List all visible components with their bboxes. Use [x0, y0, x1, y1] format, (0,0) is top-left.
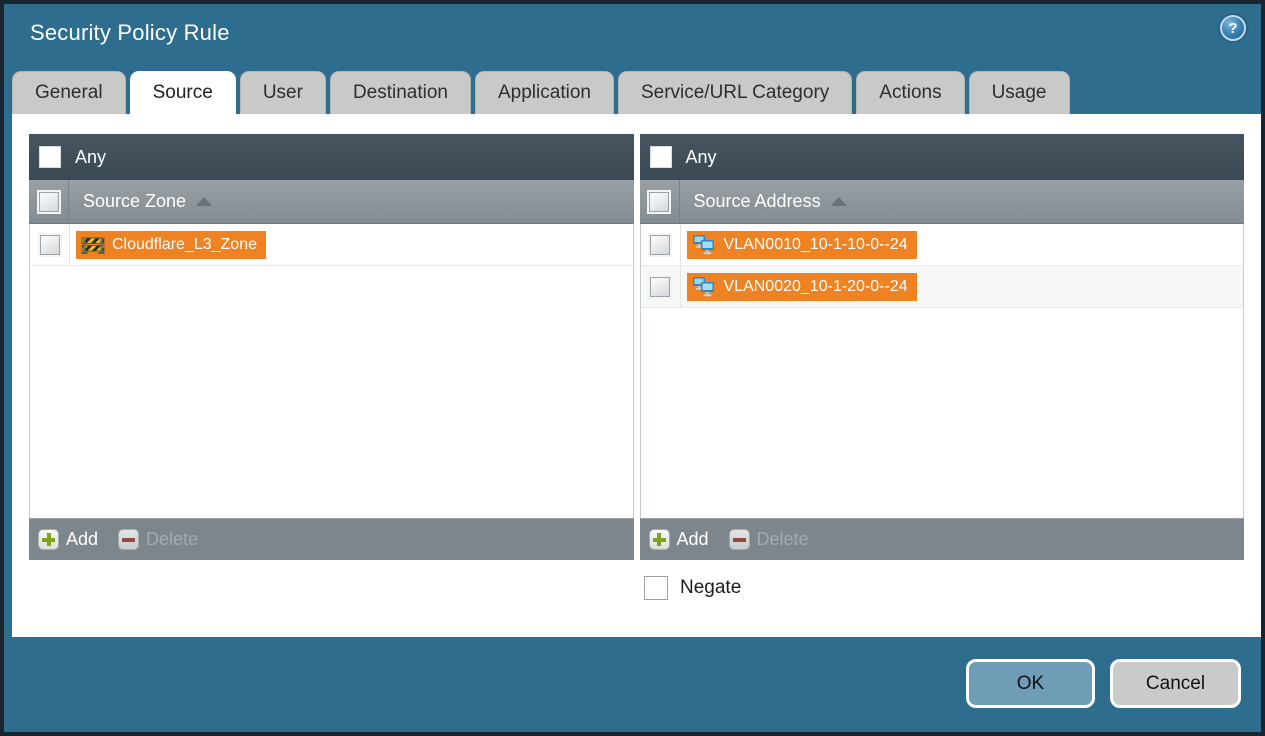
help-icon[interactable]: ? — [1220, 15, 1246, 41]
source-address-row[interactable]: VLAN0020_10-1-20-0--24 — [640, 266, 1243, 308]
negate-checkbox[interactable] — [644, 576, 668, 600]
source-zone-any-label: Any — [75, 146, 107, 167]
source-zone-select-all-cell — [29, 180, 69, 223]
source-address-tag[interactable]: VLAN0010_10-1-10-0--24 — [686, 230, 917, 259]
zone-icon — [81, 237, 105, 254]
source-address-column-header[interactable]: Source Address — [639, 180, 1244, 224]
source-zone-any-bar: Any — [29, 134, 634, 180]
source-address-panel: Any Source Address VLAN0010_10-1-10-0--2… — [639, 134, 1244, 560]
source-tab-content: Any Source Zone Cloudflare_L3_Zone Add D… — [12, 114, 1261, 637]
minus-icon — [728, 529, 750, 550]
source-address-row-checkbox[interactable] — [650, 276, 670, 297]
source-zone-add-label: Add — [66, 529, 99, 549]
source-zone-row-label: Cloudflare_L3_Zone — [112, 235, 257, 253]
tab-user[interactable]: User — [239, 71, 326, 114]
source-zone-list: Cloudflare_L3_Zone — [29, 224, 634, 518]
dialog-button-row: OK Cancel — [966, 659, 1241, 708]
source-zone-select-all-checkbox[interactable] — [38, 191, 59, 212]
dialog-title: Security Policy Rule — [30, 20, 230, 45]
security-policy-rule-dialog: Security Policy Rule ? General Source Us… — [0, 0, 1265, 736]
source-zone-delete-button[interactable]: Delete — [118, 529, 198, 550]
source-address-row-label: VLAN0010_10-1-10-0--24 — [723, 235, 908, 253]
source-zone-footer: Add Delete — [29, 518, 634, 560]
source-address-any-label: Any — [685, 146, 717, 167]
title-bar: Security Policy Rule ? — [4, 4, 1261, 64]
source-zone-panel: Any Source Zone Cloudflare_L3_Zone Add D… — [29, 134, 634, 560]
sort-ascending-icon — [830, 197, 847, 206]
source-zone-delete-label: Delete — [146, 529, 199, 549]
tab-source[interactable]: Source — [129, 71, 236, 114]
tab-actions[interactable]: Actions — [856, 71, 965, 114]
tab-general[interactable]: General — [12, 71, 126, 114]
negate-row: Negate — [644, 576, 1244, 600]
source-address-row-label: VLAN0020_10-1-20-0--24 — [723, 277, 908, 295]
source-address-row[interactable]: VLAN0010_10-1-10-0--24 — [640, 224, 1243, 266]
tab-destination[interactable]: Destination — [329, 71, 471, 114]
cancel-button[interactable]: Cancel — [1110, 659, 1241, 708]
source-zone-row-checkbox[interactable] — [39, 234, 60, 255]
source-address-any-bar: Any — [639, 134, 1244, 180]
tab-bar: General Source User Destination Applicat… — [4, 64, 1261, 114]
source-address-tag[interactable]: VLAN0020_10-1-20-0--24 — [686, 272, 917, 301]
source-address-any-checkbox[interactable] — [649, 146, 672, 168]
tab-service-url-category[interactable]: Service/URL Category — [617, 71, 853, 114]
source-address-add-button[interactable]: Add — [648, 529, 709, 550]
source-zone-column-header[interactable]: Source Zone — [29, 180, 634, 224]
source-address-add-label: Add — [676, 529, 709, 549]
tab-usage[interactable]: Usage — [968, 71, 1070, 114]
ok-button[interactable]: OK — [966, 659, 1095, 708]
source-zone-add-button[interactable]: Add — [38, 529, 98, 550]
source-address-delete-button[interactable]: Delete — [728, 529, 809, 550]
tab-application[interactable]: Application — [475, 71, 614, 114]
sort-ascending-icon — [196, 197, 213, 206]
source-zone-tag[interactable]: Cloudflare_L3_Zone — [76, 230, 266, 259]
network-icon — [692, 234, 714, 254]
source-address-column-title: Source Address — [693, 191, 821, 211]
plus-icon — [648, 529, 670, 550]
source-address-delete-label: Delete — [756, 529, 809, 549]
source-address-select-all-checkbox[interactable] — [649, 191, 669, 212]
source-address-row-checkbox[interactable] — [650, 234, 670, 255]
plus-icon — [38, 529, 59, 550]
source-zone-any-checkbox[interactable] — [39, 146, 61, 168]
source-address-list: VLAN0010_10-1-10-0--24 VLAN0020_10-1-20-… — [639, 224, 1244, 518]
source-zone-row[interactable]: Cloudflare_L3_Zone — [30, 224, 633, 266]
source-zone-column-title: Source Zone — [83, 191, 187, 211]
negate-label: Negate — [680, 577, 742, 598]
minus-icon — [118, 529, 140, 550]
network-icon — [692, 276, 714, 296]
source-address-select-all-cell — [640, 180, 680, 223]
source-address-footer: Add Delete — [639, 518, 1244, 560]
